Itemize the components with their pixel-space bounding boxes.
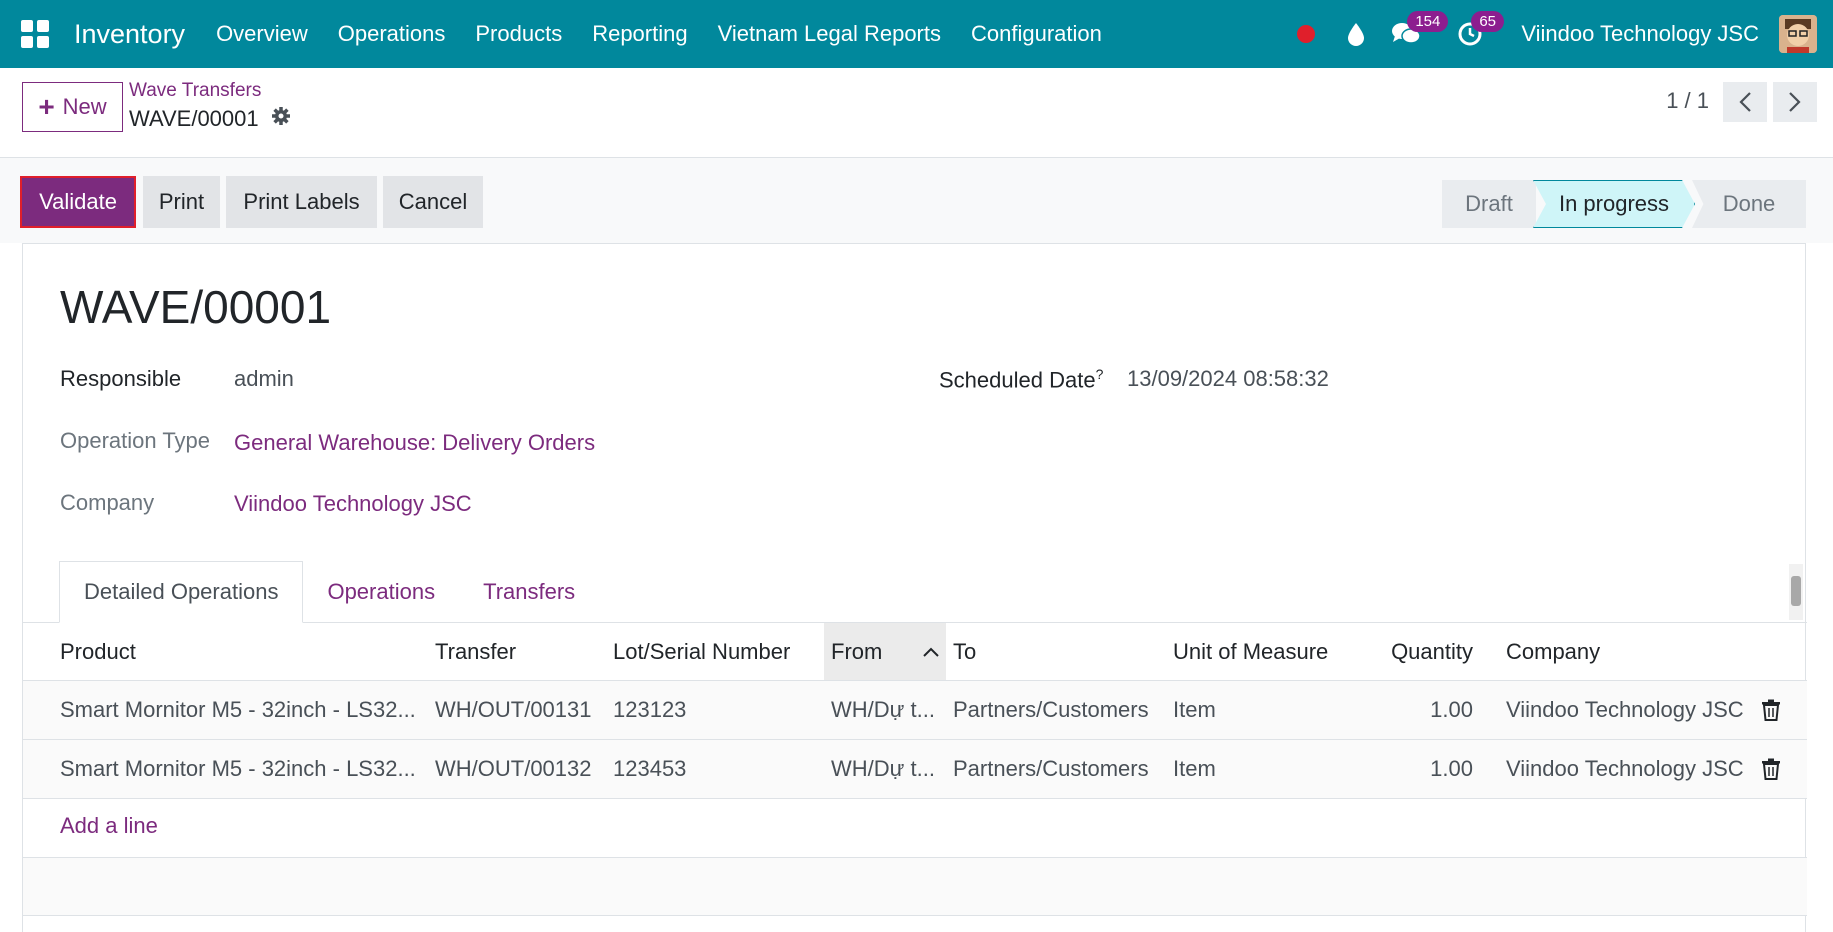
new-button[interactable]: + New xyxy=(22,82,123,132)
column-from[interactable]: From xyxy=(824,623,946,680)
tabs-scrollbar[interactable] xyxy=(1789,564,1803,620)
apps-menu-icon[interactable] xyxy=(18,17,52,51)
app-name[interactable]: Inventory xyxy=(74,19,185,50)
menu-configuration[interactable]: Configuration xyxy=(956,21,1117,47)
recording-icon[interactable] xyxy=(1289,17,1323,51)
menu-vietnam-legal-reports[interactable]: Vietnam Legal Reports xyxy=(703,21,956,47)
drop-icon[interactable] xyxy=(1339,17,1373,51)
column-unit-of-measure[interactable]: Unit of Measure xyxy=(1173,623,1353,680)
help-icon[interactable]: ? xyxy=(1096,366,1104,382)
cell-transfer[interactable]: WH/OUT/00132 xyxy=(435,740,605,798)
cell-company[interactable]: Viindoo Technology JSC xyxy=(1506,681,1766,739)
menu-overview[interactable]: Overview xyxy=(201,21,323,47)
gear-icon[interactable] xyxy=(271,106,291,132)
cell-transfer[interactable]: WH/OUT/00131 xyxy=(435,681,605,739)
menu-products[interactable]: Products xyxy=(460,21,577,47)
add-a-line-link[interactable]: Add a line xyxy=(60,813,158,839)
breadcrumb-wave-transfers[interactable]: Wave Transfers xyxy=(129,80,261,102)
messages-badge: 154 xyxy=(1407,11,1449,32)
column-product[interactable]: Product xyxy=(60,623,390,680)
cell-to[interactable]: Partners/Customers xyxy=(953,681,1173,739)
table-row[interactable]: Smart Mornitor M5 - 32inch - LS32... WH/… xyxy=(23,681,1807,740)
cell-from[interactable]: WH/Dự t... xyxy=(831,681,946,739)
scrollbar-thumb[interactable] xyxy=(1791,576,1801,606)
plus-icon: + xyxy=(38,91,55,122)
column-quantity[interactable]: Quantity xyxy=(1353,623,1473,680)
pager-value[interactable]: 1 / 1 xyxy=(1666,88,1709,114)
breadcrumb-current: WAVE/00001 xyxy=(129,106,291,132)
pager-next-button[interactable] xyxy=(1773,82,1817,122)
tab-operations[interactable]: Operations xyxy=(303,561,459,623)
table-row[interactable]: Smart Mornitor M5 - 32inch - LS32... WH/… xyxy=(23,740,1807,799)
column-transfer[interactable]: Transfer xyxy=(435,623,585,680)
column-to[interactable]: To xyxy=(953,623,1153,680)
scheduled-date-field[interactable]: 13/09/2024 08:58:32 xyxy=(1127,366,1329,392)
scheduled-date-label: Scheduled Date? xyxy=(939,366,1104,393)
operation-type-link[interactable]: General Warehouse: Delivery Orders xyxy=(234,430,595,456)
cell-company[interactable]: Viindoo Technology JSC xyxy=(1506,740,1766,798)
cancel-button[interactable]: Cancel xyxy=(383,176,483,228)
validate-button[interactable]: Validate xyxy=(20,176,136,228)
pager-previous-button[interactable] xyxy=(1723,82,1767,122)
cell-lot-serial[interactable]: 123123 xyxy=(613,681,813,739)
empty-table-row xyxy=(23,857,1807,916)
navbar-systray: 154 65 Viindoo Technology JSC xyxy=(1281,0,1833,68)
stage-in-progress[interactable]: In progress xyxy=(1533,180,1695,228)
activities-badge: 65 xyxy=(1471,11,1504,32)
chevron-up-icon xyxy=(923,647,940,657)
cell-product[interactable]: Smart Mornitor M5 - 32inch - LS32... xyxy=(60,681,440,739)
column-from-label: From xyxy=(831,638,883,664)
messages-icon[interactable]: 154 xyxy=(1389,11,1449,51)
stage-done[interactable]: Done xyxy=(1692,180,1806,228)
chevron-right-icon xyxy=(1789,92,1801,112)
new-button-label: New xyxy=(62,94,107,119)
notebook-tabs: Detailed Operations Operations Transfers xyxy=(59,561,599,623)
cell-lot-serial[interactable]: 123453 xyxy=(613,740,813,798)
status-bar: Validate Print Print Labels Cancel Draft… xyxy=(0,158,1833,243)
chevron-left-icon xyxy=(1739,92,1751,112)
responsible-label: Responsible xyxy=(60,366,182,391)
cell-unit-of-measure[interactable]: Item xyxy=(1173,740,1353,798)
cell-quantity[interactable]: 1.00 xyxy=(1353,681,1473,739)
record-title: WAVE/00001 xyxy=(60,281,332,333)
detailed-operations-table: Product Transfer Lot/Serial Number From … xyxy=(23,623,1807,799)
tab-transfers[interactable]: Transfers xyxy=(459,561,599,623)
company-switcher[interactable]: Viindoo Technology JSC xyxy=(1521,21,1759,47)
company-link[interactable]: Viindoo Technology JSC xyxy=(234,491,472,517)
cell-to[interactable]: Partners/Customers xyxy=(953,740,1173,798)
trash-icon[interactable] xyxy=(1761,681,1785,739)
cell-quantity[interactable]: 1.00 xyxy=(1353,740,1473,798)
cell-from[interactable]: WH/Dự t... xyxy=(831,740,946,798)
responsible-field[interactable]: admin xyxy=(234,366,294,392)
tab-detailed-operations[interactable]: Detailed Operations xyxy=(59,561,304,623)
user-avatar[interactable] xyxy=(1779,15,1817,53)
table-header: Product Transfer Lot/Serial Number From … xyxy=(23,623,1807,681)
operation-type-label: Operation Type xyxy=(60,428,211,453)
stage-draft[interactable]: Draft xyxy=(1442,180,1536,228)
form-sheet: WAVE/00001 Responsible admin Scheduled D… xyxy=(22,243,1807,932)
print-labels-button[interactable]: Print Labels xyxy=(226,176,377,228)
print-button[interactable]: Print xyxy=(143,176,220,228)
column-lot-serial[interactable]: Lot/Serial Number xyxy=(613,623,813,680)
activities-clock-icon[interactable]: 65 xyxy=(1453,11,1504,51)
top-navbar: Inventory Overview Operations Products R… xyxy=(0,0,1833,68)
cell-product[interactable]: Smart Mornitor M5 - 32inch - LS32... xyxy=(60,740,440,798)
column-company[interactable]: Company xyxy=(1506,623,1766,680)
breadcrumb-record-name: WAVE/00001 xyxy=(129,106,259,131)
company-label: Company xyxy=(60,490,155,515)
cell-unit-of-measure[interactable]: Item xyxy=(1173,681,1353,739)
control-panel: + New Wave Transfers WAVE/00001 1 / 1 xyxy=(0,68,1833,158)
menu-operations[interactable]: Operations xyxy=(323,21,461,47)
menu-reporting[interactable]: Reporting xyxy=(577,21,702,47)
trash-icon[interactable] xyxy=(1761,740,1785,798)
